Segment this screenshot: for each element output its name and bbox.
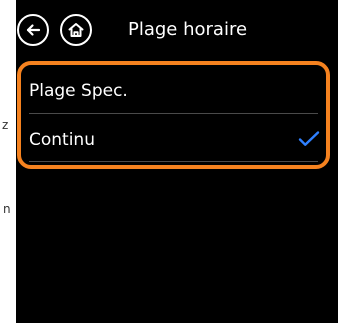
option-label: Plage Spec. [29,81,128,101]
back-arrow-icon [26,24,41,36]
home-button[interactable] [60,14,92,46]
page-title: Plage horaire [128,19,248,40]
background-text-fragment: z [2,118,9,132]
option-label: Continu [29,130,95,150]
option-divider [29,161,318,162]
time-range-options-panel: Plage Spec. Continu [17,61,330,169]
back-button[interactable] [17,14,49,46]
option-continu[interactable]: Continu [29,116,320,164]
option-divider [29,113,318,114]
checkmark-icon [298,131,320,146]
option-plage-spec[interactable]: Plage Spec. [29,67,318,115]
background-text-fragment: n [3,202,11,216]
header-bar: Plage horaire [16,0,338,60]
device-screen: Plage horaire Plage Spec. Continu [16,0,338,323]
home-icon [68,23,84,37]
